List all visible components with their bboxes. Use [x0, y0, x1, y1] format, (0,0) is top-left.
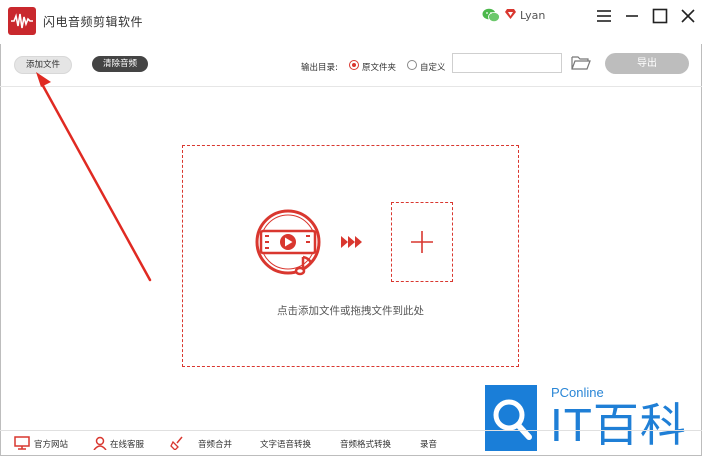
minimize-icon[interactable]	[622, 6, 642, 26]
vip-diamond-icon	[505, 9, 516, 19]
plus-icon	[411, 231, 433, 253]
app-title: 闪电音频剪辑软件	[43, 15, 144, 29]
output-path-input[interactable]	[452, 53, 562, 73]
drop-hint-text: 点击添加文件或拖拽文件到此处	[277, 305, 424, 317]
maximize-icon[interactable]	[650, 6, 670, 26]
file-drop-zone[interactable]: 点击添加文件或拖拽文件到此处	[182, 145, 519, 367]
bottom-bar: 官方网站 在线客服 音频合并 文字语音转换 音频格式转换 录音	[0, 430, 702, 457]
clear-audio-button[interactable]: 清除音频	[92, 56, 148, 72]
monitor-icon[interactable]	[14, 436, 30, 450]
add-file-button[interactable]: 添加文件	[14, 56, 72, 74]
title-bar: 闪电音频剪辑软件 Lyan	[0, 0, 702, 44]
username[interactable]: Lyan	[520, 9, 545, 22]
broom-icon	[170, 436, 183, 450]
export-button[interactable]: 导出	[605, 53, 689, 74]
folder-open-icon[interactable]	[571, 56, 591, 70]
text-speech-convert-link[interactable]: 文字语音转换	[260, 438, 311, 450]
radio-original-folder-label[interactable]: 原文件夹	[362, 61, 396, 73]
close-icon[interactable]	[678, 6, 698, 26]
radio-custom-label[interactable]: 自定义	[420, 61, 446, 73]
fast-forward-arrows-icon	[341, 236, 362, 248]
radio-original-folder[interactable]	[349, 60, 359, 70]
online-service-link[interactable]: 在线客服	[110, 438, 144, 450]
customer-service-icon[interactable]	[93, 436, 107, 450]
output-dir-label: 输出目录:	[301, 63, 338, 73]
add-file-box[interactable]	[391, 202, 453, 282]
app-logo-icon	[8, 7, 36, 35]
audio-format-convert-link[interactable]: 音频格式转换	[340, 438, 391, 450]
audio-video-icon	[255, 209, 321, 276]
menu-icon[interactable]	[594, 6, 614, 26]
audio-merge-link[interactable]: 音频合并	[198, 438, 232, 450]
radio-custom[interactable]	[407, 60, 417, 70]
toolbar: 添加文件 清除音频 输出目录: 原文件夹 自定义 导出	[0, 44, 702, 87]
wechat-icon[interactable]	[482, 8, 500, 23]
recording-link[interactable]: 录音	[420, 438, 437, 450]
official-website-link[interactable]: 官方网站	[34, 438, 68, 450]
